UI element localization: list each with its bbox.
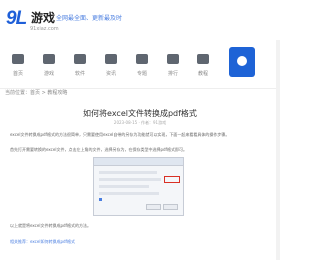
main-nav: 首页 游戏 软件 资讯 专题 排行 教程 xyxy=(0,47,280,84)
site-header: 9L 游戏 91xiaz.com 全网最全面、更新最及时 xyxy=(0,0,280,40)
app-icon xyxy=(74,54,86,64)
nav-label: 资讯 xyxy=(105,71,116,77)
logo-mark[interactable]: 9L xyxy=(6,8,27,30)
nav-item-games[interactable]: 游戏 xyxy=(36,48,62,84)
site-tagline: 全网最全面、更新最及时 xyxy=(56,15,123,22)
article-paragraph: 首先打开需要转换的excel文件，点击左上角的文件，选择另存为，在保存类型中选择… xyxy=(10,147,187,152)
trophy-icon xyxy=(167,54,179,64)
nav-item-news[interactable]: 资讯 xyxy=(98,48,124,84)
news-icon xyxy=(105,54,117,64)
checkbox-icon xyxy=(99,198,102,201)
nav-item-active[interactable] xyxy=(229,47,255,77)
nav-label: 排行 xyxy=(167,71,178,77)
logo-subtitle: 91xiaz.com xyxy=(30,26,59,32)
user-icon xyxy=(237,56,247,66)
breadcrumb[interactable]: 当前位置：首页 > 教程攻略 xyxy=(5,89,67,96)
nav-item-software[interactable]: 软件 xyxy=(67,48,93,84)
article-paragraph: excel文件转换成pdf格式的方法很简单，只需要使用excel自带的另存为功能… xyxy=(10,132,230,137)
logo-name[interactable]: 游戏 xyxy=(31,9,55,26)
nav-item-ranking[interactable]: 排行 xyxy=(160,48,186,84)
home-icon xyxy=(12,54,24,64)
dialog-titlebar xyxy=(94,158,183,166)
nav-label: 教程 xyxy=(197,71,208,77)
article-paragraph: 以上就是将excel文件转换成pdf格式的方法。 xyxy=(10,223,91,228)
nav-label: 游戏 xyxy=(43,71,54,77)
nav-label: 软件 xyxy=(74,71,85,77)
dialog-ok-button xyxy=(146,204,161,210)
highlight-box xyxy=(164,176,180,183)
nav-item-home[interactable]: 首页 xyxy=(5,48,31,84)
dialog-field xyxy=(99,171,157,174)
folder-icon xyxy=(136,54,148,64)
nav-label: 专题 xyxy=(136,71,147,77)
article-meta: 2023-08-15 · 作者：91游戏 xyxy=(113,120,167,125)
nav-item-tutorial[interactable]: 教程 xyxy=(190,48,216,84)
dialog-field xyxy=(99,178,161,181)
nav-item-topics[interactable]: 专题 xyxy=(129,48,155,84)
nav-label: 首页 xyxy=(12,71,23,77)
screenshot-image xyxy=(93,157,184,216)
related-link[interactable]: 相关推荐：excel如何转换成pdf格式 xyxy=(10,239,75,245)
article-title: 如何将excel文件转换成pdf格式 xyxy=(83,109,197,118)
dialog-cancel-button xyxy=(163,204,178,210)
book-icon xyxy=(197,54,209,64)
scrollbar[interactable] xyxy=(276,40,280,260)
dialog-field xyxy=(99,192,159,195)
dialog-field xyxy=(99,185,149,188)
gamepad-icon xyxy=(43,54,55,64)
